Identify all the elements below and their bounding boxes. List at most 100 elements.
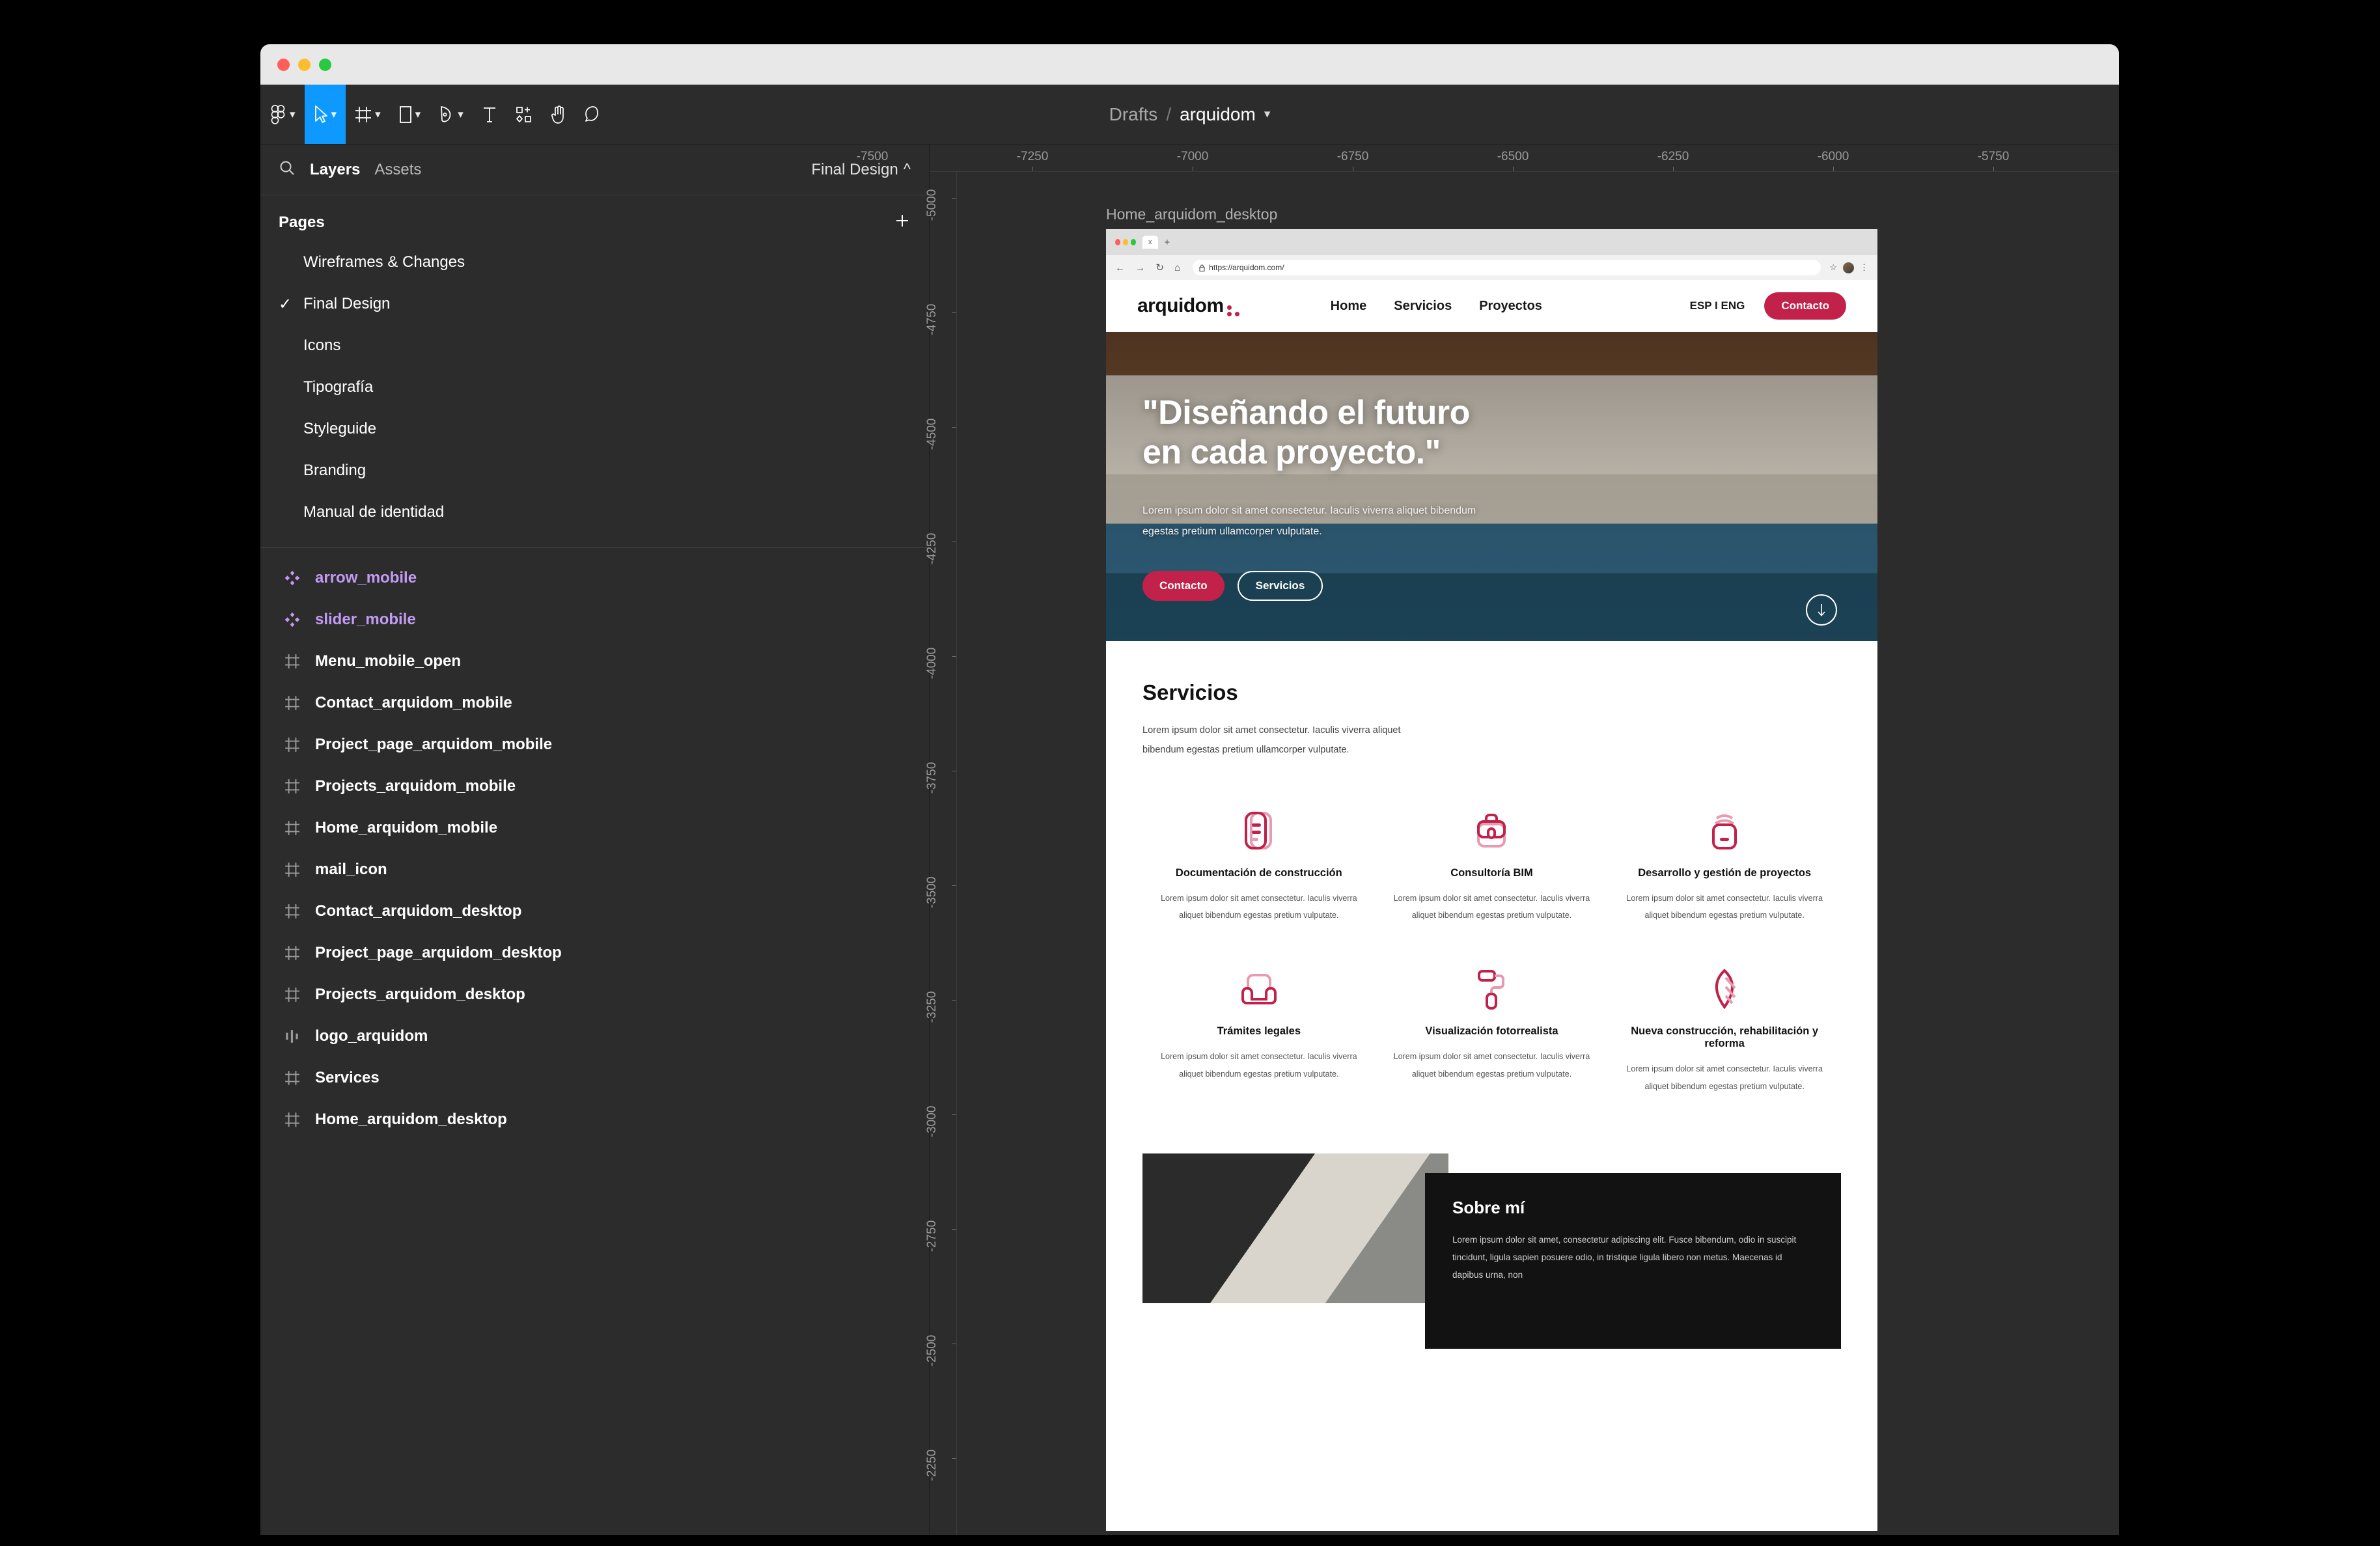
layer-item[interactable]: Projects_arquidom_desktop: [260, 974, 929, 1015]
page-item[interactable]: Tipografía: [260, 366, 929, 408]
nav-link-home[interactable]: Home: [1331, 299, 1367, 314]
service-description: Lorem ipsum dolor sit amet consectetur. …: [1154, 890, 1364, 924]
language-switcher[interactable]: ESP I ENG: [1690, 299, 1745, 312]
nav-link-proyectos[interactable]: Proyectos: [1479, 299, 1542, 314]
service-card[interactable]: Documentación de construcción Lorem ipsum…: [1142, 806, 1376, 924]
page-item[interactable]: ✓Final Design: [260, 283, 929, 325]
chevron-down-icon[interactable]: ▾: [331, 109, 337, 120]
ruler-tick-mark: [1673, 167, 1674, 171]
layer-item[interactable]: Menu_mobile_open: [260, 641, 929, 682]
hero-servicios-button[interactable]: Servicios: [1238, 571, 1323, 601]
figma-menu-icon[interactable]: ▾: [260, 85, 305, 144]
chevron-down-icon[interactable]: ▾: [415, 109, 421, 120]
search-icon[interactable]: [279, 159, 296, 180]
page-item[interactable]: Branding: [260, 450, 929, 491]
layer-item[interactable]: mail_icon: [260, 849, 929, 890]
layer-item[interactable]: Project_page_arquidom_desktop: [260, 932, 929, 974]
frame-icon[interactable]: ▾: [346, 85, 390, 144]
canvas-viewport[interactable]: -7500-7250-7000-6750-6500-6250-6000-5750…: [930, 145, 2119, 1535]
hero-section: "Diseñando el futuro en cada proyecto." …: [1106, 332, 1877, 641]
breadcrumb-file-name[interactable]: arquidom: [1180, 104, 1256, 125]
chevron-down-icon[interactable]: ▾: [375, 109, 381, 120]
page-item[interactable]: Styleguide: [260, 408, 929, 450]
pen-icon[interactable]: ▾: [430, 85, 473, 144]
layer-item[interactable]: logo_arquidom: [260, 1015, 929, 1057]
layer-item[interactable]: Contact_arquidom_mobile: [260, 682, 929, 724]
zoom-window-button[interactable]: [319, 59, 331, 71]
text-icon[interactable]: [473, 85, 506, 144]
bookmark-star-icon[interactable]: ☆: [1829, 262, 1837, 273]
page-item[interactable]: Icons: [260, 325, 929, 366]
layer-item[interactable]: Project_page_arquidom_mobile: [260, 724, 929, 766]
comment-icon[interactable]: [575, 85, 611, 144]
shape-rectangle-icon[interactable]: ▾: [390, 85, 430, 144]
add-page-button[interactable]: [894, 212, 911, 232]
page-item[interactable]: Wireframes & Changes: [260, 242, 929, 283]
ruler-tick-mark: [952, 312, 956, 313]
breadcrumb-project[interactable]: Drafts: [1109, 104, 1158, 125]
ruler-tick-mark: [1032, 167, 1033, 171]
hand-icon[interactable]: [542, 85, 575, 144]
service-card[interactable]: Trámites legalesLorem ipsum dolor sit am…: [1142, 964, 1376, 1095]
services-grid: Documentación de construcción Lorem ipsum…: [1142, 806, 1841, 1095]
browser-url-actions: ☆ ⋮: [1829, 262, 1868, 273]
layer-item[interactable]: Services: [260, 1057, 929, 1099]
tab-assets[interactable]: Assets: [374, 161, 421, 179]
browser-traffic-lights: [1115, 239, 1136, 245]
ruler-tick-label: -6250: [1657, 150, 1689, 164]
chevron-down-icon[interactable]: ▾: [458, 109, 464, 120]
browser-nav-icons[interactable]: ← → ↻ ⌂: [1115, 262, 1184, 273]
service-card[interactable]: Desarrollo y gestión de proyectosLorem i…: [1608, 806, 1841, 924]
layer-item-label: Home_arquidom_desktop: [315, 1111, 507, 1129]
tab-layers[interactable]: Layers: [310, 161, 360, 179]
site-logo-text: arquidom: [1137, 295, 1224, 316]
frame-icon: [284, 695, 301, 711]
ruler-tick-mark: [1833, 167, 1834, 171]
layer-item[interactable]: Home_arquidom_mobile: [260, 807, 929, 849]
page-item-label: Branding: [303, 462, 366, 480]
service-name: Documentación de construcción: [1154, 867, 1364, 879]
resources-icon[interactable]: [506, 85, 542, 144]
frame-label-desktop[interactable]: Home_arquidom_desktop: [1106, 206, 1277, 223]
vertical-ruler[interactable]: -5000-4750-4500-4250-4000-3750-3500-3250…: [930, 172, 957, 1535]
briefcase-icon: [1472, 811, 1511, 850]
site-logo[interactable]: arquidom: [1137, 295, 1241, 317]
url-input[interactable]: https://arquidom.com/: [1193, 260, 1821, 275]
page-item[interactable]: Manual de identidad: [260, 491, 929, 533]
frame-home-arquidom-desktop[interactable]: x + ← → ↻ ⌂ https://arquidom.com/ ☆: [1106, 229, 1877, 1531]
layer-item[interactable]: arrow_mobile: [260, 557, 929, 599]
ruler-tick-label: -5750: [1978, 150, 2010, 164]
page-item-label: Styleguide: [303, 420, 376, 438]
close-window-button[interactable]: [277, 59, 290, 71]
hero-title: "Diseñando el futuro en cada proyecto.": [1142, 393, 1841, 473]
layer-item[interactable]: slider_mobile: [260, 599, 929, 641]
layer-item[interactable]: Home_arquidom_desktop: [260, 1099, 929, 1140]
chevron-down-icon[interactable]: ▾: [1264, 107, 1271, 122]
stack-icon: [1708, 810, 1741, 851]
layer-item-label: Contact_arquidom_mobile: [315, 694, 512, 712]
ruler-tick-label: -2750: [925, 1221, 939, 1252]
browser-menu-icon[interactable]: ⋮: [1860, 262, 1868, 273]
chevron-down-icon[interactable]: ▾: [290, 109, 296, 120]
layer-item[interactable]: Projects_arquidom_mobile: [260, 766, 929, 807]
nav-link-servicios[interactable]: Servicios: [1394, 299, 1452, 314]
hero-contacto-button[interactable]: Contacto: [1142, 571, 1225, 601]
services-title: Servicios: [1142, 680, 1841, 705]
canvas-surface[interactable]: Home_arquidom_desktop x + ← → ↻ ⌂: [957, 172, 2119, 1535]
new-tab-button[interactable]: +: [1165, 237, 1170, 248]
nav-contacto-button[interactable]: Contacto: [1764, 292, 1846, 320]
ruler-tick-mark: [952, 1000, 956, 1001]
service-card[interactable]: Consultoría BIMLorem ipsum dolor sit ame…: [1376, 806, 1609, 924]
minimize-window-button[interactable]: [298, 59, 311, 71]
ruler-tick-mark: [952, 1458, 956, 1459]
arrow-down-icon[interactable]: [1806, 594, 1837, 626]
horizontal-ruler[interactable]: -7500-7250-7000-6750-6500-6250-6000-5750…: [930, 145, 2119, 172]
layer-item-label: Menu_mobile_open: [315, 652, 461, 670]
layers-panel: Layers Assets Final Design ^ Pages Wiref…: [260, 145, 930, 1535]
avatar[interactable]: [1843, 262, 1854, 273]
move-cursor-icon[interactable]: ▾: [305, 85, 346, 144]
service-card[interactable]: Visualización fotorrealistaLorem ipsum d…: [1376, 964, 1609, 1095]
layer-item[interactable]: Contact_arquidom_desktop: [260, 890, 929, 932]
service-card[interactable]: Nueva construcción, rehabilitación y ref…: [1608, 964, 1841, 1095]
browser-tab[interactable]: x: [1142, 236, 1158, 249]
